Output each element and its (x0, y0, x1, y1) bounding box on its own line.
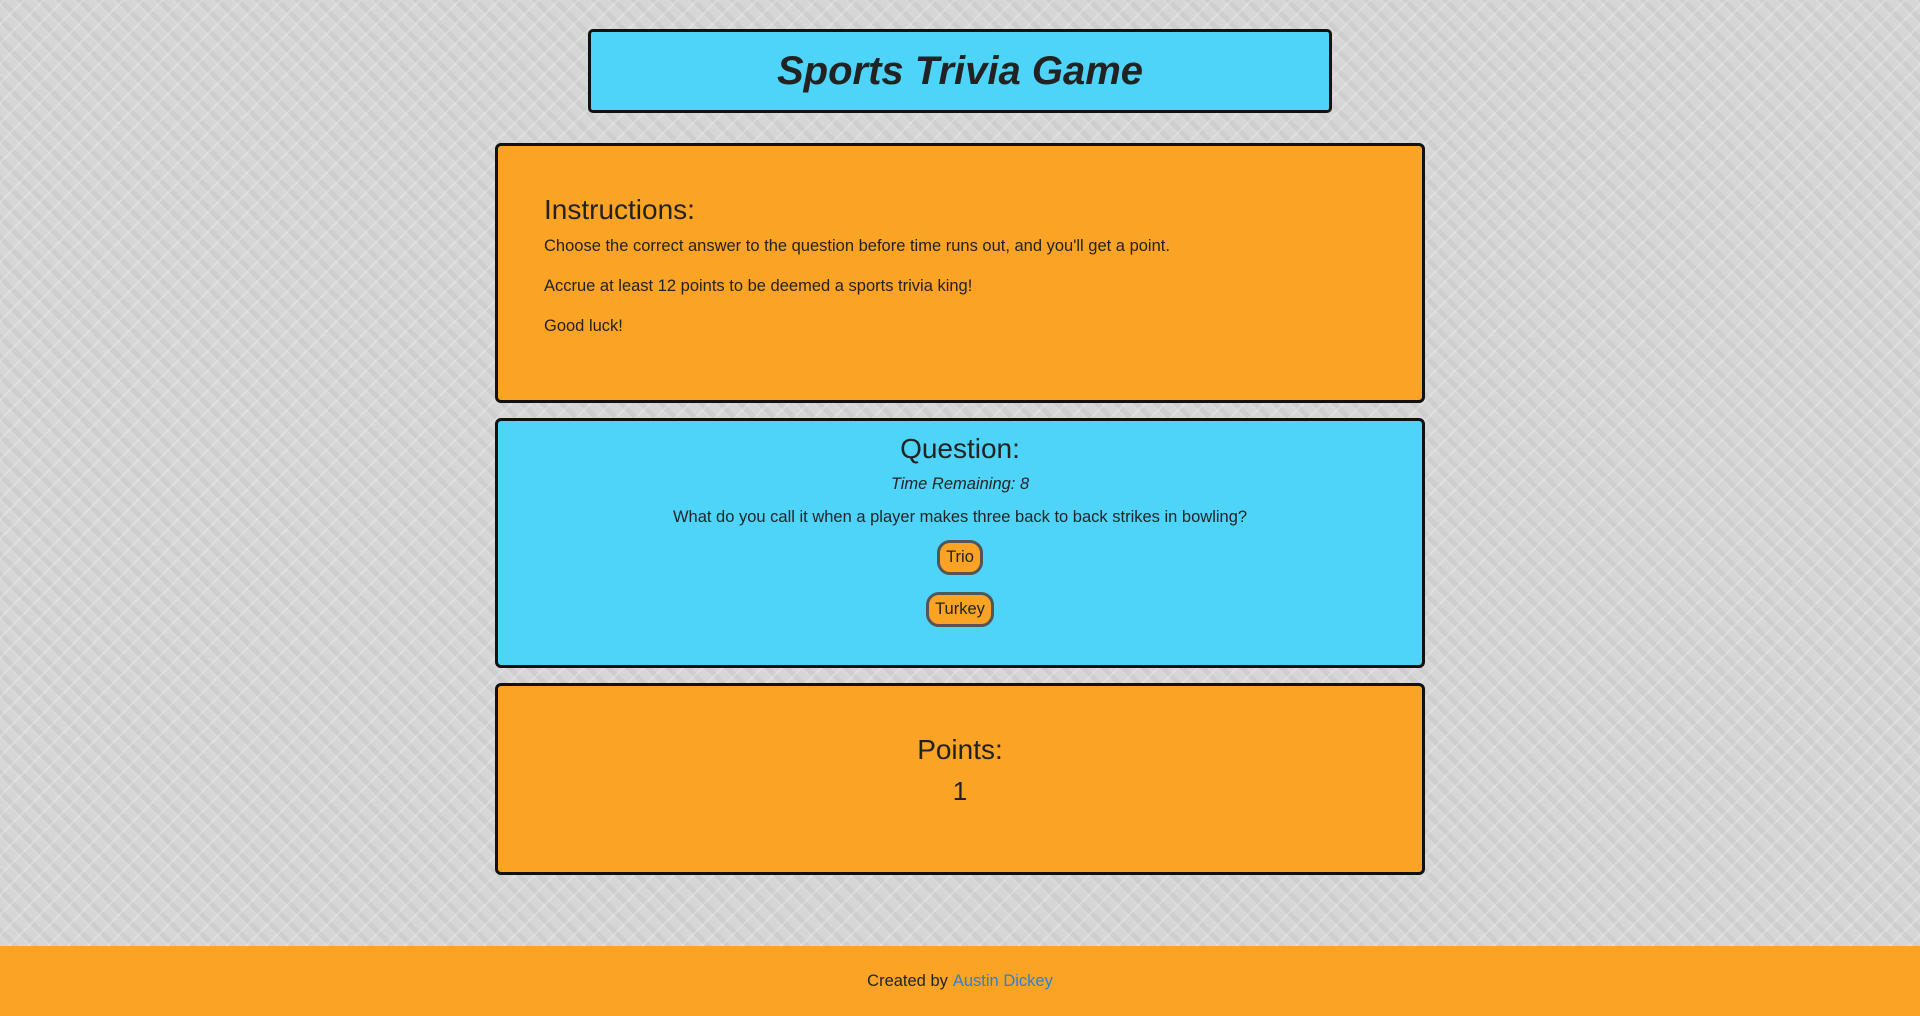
author-link[interactable]: Austin Dickey (953, 972, 1053, 991)
question-text: What do you call it when a player makes … (672, 508, 1248, 526)
instruction-line: Good luck! (544, 317, 623, 335)
time-remaining: Time Remaining: 8 (890, 475, 1030, 493)
instructions-panel: Instructions: Choose the correct answer … (495, 143, 1425, 403)
points-panel: Points: 1 (495, 683, 1425, 875)
page-title: Sports Trivia Game (776, 48, 1144, 93)
title-banner: Sports Trivia Game (588, 29, 1332, 113)
question-panel: Question: Time Remaining: 8 What do you … (495, 418, 1425, 668)
answer-button-trio[interactable]: Trio (937, 540, 983, 575)
answer-button-turkey[interactable]: Turkey (926, 592, 994, 627)
instruction-line: Accrue at least 12 points to be deemed a… (544, 277, 973, 295)
question-heading: Question: (900, 433, 1020, 464)
instruction-line: Choose the correct answer to the questio… (544, 237, 1170, 255)
footer: Created by Austin Dickey (0, 946, 1920, 1016)
points-heading: Points: (917, 734, 1003, 765)
instructions-heading: Instructions: (544, 194, 695, 225)
points-value: 1 (952, 776, 968, 806)
answer-list: Trio Turkey (498, 540, 1422, 627)
footer-credit-text: Created by (867, 971, 948, 990)
